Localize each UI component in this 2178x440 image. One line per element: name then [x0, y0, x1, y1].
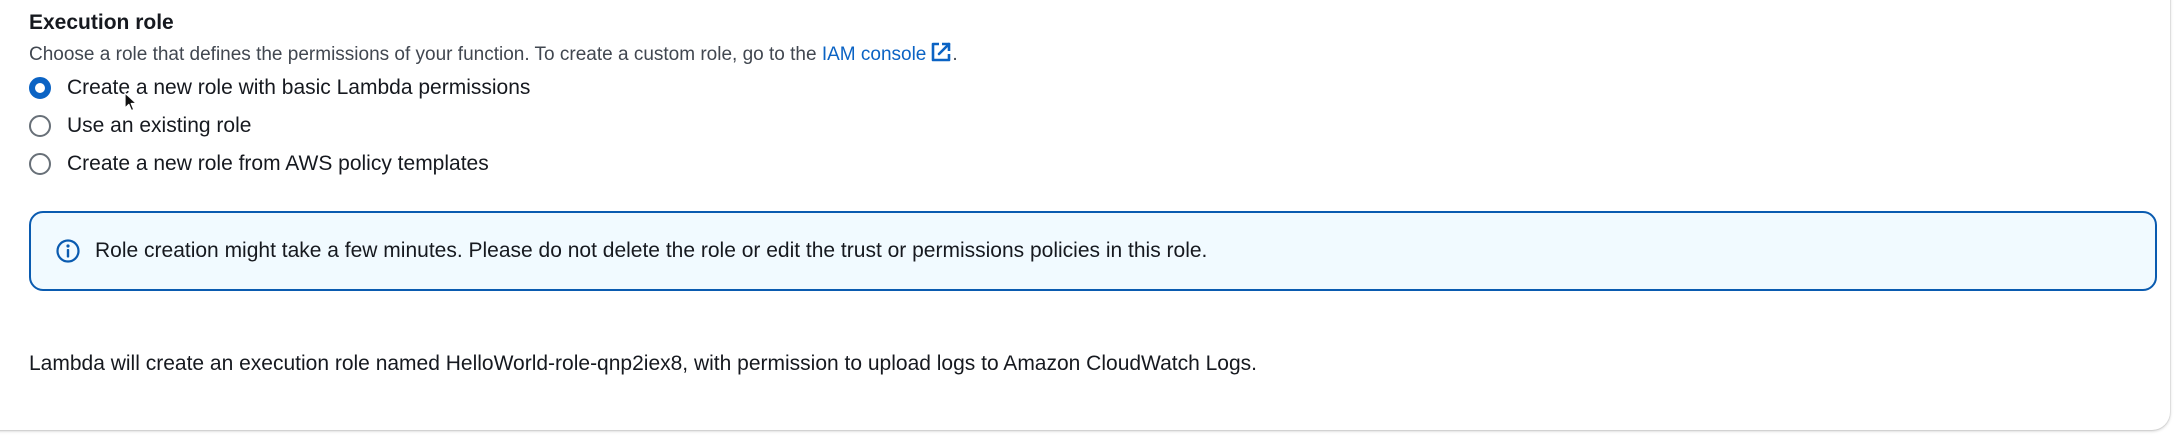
- radio-button[interactable]: [29, 115, 51, 137]
- section-description: Choose a role that defines the permissio…: [29, 41, 958, 67]
- radio-option-basic-lambda-role[interactable]: Create a new role with basic Lambda perm…: [29, 73, 530, 103]
- iam-console-link-label: IAM console: [821, 44, 927, 65]
- info-icon: [56, 239, 80, 263]
- radio-option-policy-templates[interactable]: Create a new role from AWS policy templa…: [29, 149, 489, 179]
- iam-console-link[interactable]: IAM console: [821, 42, 953, 65]
- description-period: .: [952, 44, 958, 65]
- role-creation-note: Lambda will create an execution role nam…: [29, 352, 1257, 375]
- info-alert: Role creation might take a few minutes. …: [29, 211, 2157, 291]
- description-text: Choose a role that defines the permissio…: [29, 44, 822, 65]
- mouse-pointer-icon: [124, 92, 137, 112]
- external-link-icon: [932, 42, 951, 62]
- radio-label: Use an existing role: [67, 114, 252, 137]
- radio-button-selected[interactable]: [29, 77, 51, 99]
- radio-option-existing-role[interactable]: Use an existing role: [29, 111, 251, 141]
- radio-button[interactable]: [29, 153, 51, 175]
- radio-label: Create a new role from AWS policy templa…: [67, 152, 489, 175]
- section-title: Execution role: [29, 11, 174, 34]
- alert-message: Role creation might take a few minutes. …: [95, 239, 1208, 262]
